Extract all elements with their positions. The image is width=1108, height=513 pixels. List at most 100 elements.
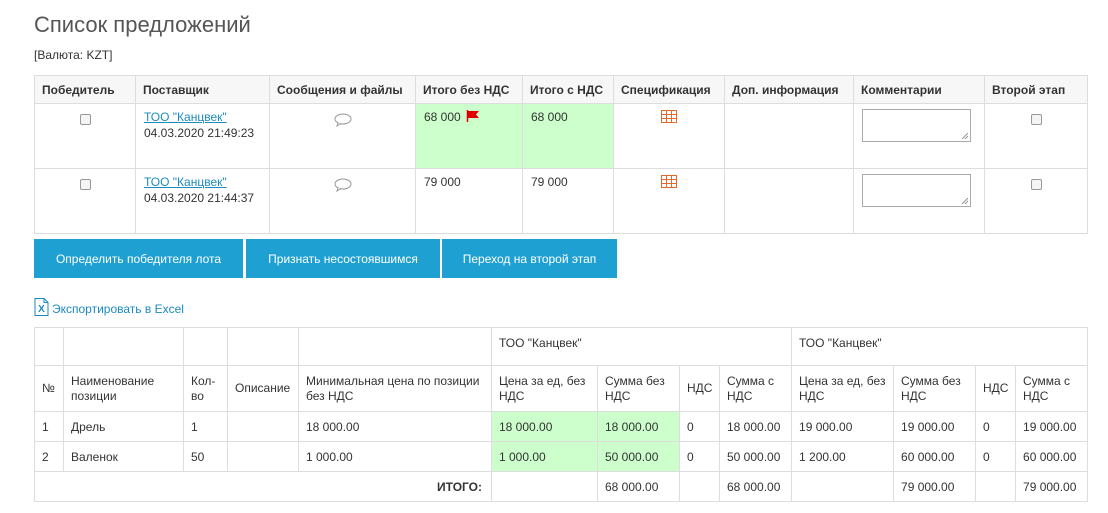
item-vat: 0	[975, 441, 1017, 472]
winner-checkbox[interactable]	[79, 114, 91, 125]
col-name: Наименование позиции	[63, 365, 184, 412]
item-unit-price: 1 000.00	[491, 441, 598, 472]
export-excel-label: Экспортировать в Excel	[52, 301, 184, 316]
export-excel-link[interactable]: X Экспортировать в Excel	[34, 298, 184, 319]
item-vat: 0	[679, 441, 720, 472]
table-row: 1 Дрель 1 18 000.00 18 000.00 18 000.00 …	[34, 411, 1089, 442]
item-sum-vat: 18 000.00	[718, 411, 793, 442]
item-unit-price: 18 000.00	[491, 411, 598, 442]
col-min-price: Минимальная цена по позиции без НДС	[298, 365, 492, 412]
flag-icon	[466, 110, 480, 125]
item-qty: 50	[183, 441, 228, 472]
supplier-group-header: ТОО "Канцвек"	[791, 327, 1089, 366]
item-min-price: 18 000.00	[298, 411, 492, 442]
col-sum-no-vat: Сумма без НДС	[597, 365, 680, 412]
col-comments: Комментарии	[853, 75, 985, 104]
offer-row: ТОО "Канцвек" 04.03.2020 21:49:23 68 000…	[34, 103, 1088, 169]
item-name: Валенок	[63, 441, 184, 472]
supplier-link[interactable]: ТОО "Канцвек"	[144, 175, 261, 189]
winner-checkbox[interactable]	[79, 179, 91, 190]
col-desc: Описание	[227, 365, 299, 412]
item-sum-no-vat: 18 000.00	[597, 411, 680, 442]
declare-failed-button[interactable]: Признать несостоявшимся	[246, 239, 440, 278]
excel-file-icon: X	[34, 298, 49, 319]
second-stage-cell	[984, 168, 1088, 234]
items-table: ТОО "Канцвек" ТОО "Канцвек" № Наименован…	[34, 327, 1089, 502]
total-sum-no-vat: 79 000.00	[893, 471, 977, 502]
supplier-group-header: ТОО "Канцвек"	[490, 327, 793, 366]
supplier-cell: ТОО "Канцвек" 04.03.2020 21:44:37	[135, 168, 270, 234]
comments-cell	[853, 168, 985, 234]
comment-textarea[interactable]	[862, 174, 971, 207]
total-vat-value: 79 000	[531, 175, 568, 189]
messages-cell	[269, 103, 416, 169]
item-sum-vat: 60 000.00	[1015, 441, 1089, 472]
col-vat: НДС	[679, 365, 720, 412]
table-row: 2 Валенок 50 1 000.00 1 000.00 50 000.00…	[34, 441, 1089, 472]
item-sum-vat: 50 000.00	[718, 441, 793, 472]
item-num: 1	[34, 411, 64, 442]
col-unit-price: Цена за ед, без НДС	[491, 365, 598, 412]
currency-label: [Валюта: KZT]	[34, 48, 113, 62]
col-num: №	[34, 365, 64, 412]
col-winner: Победитель	[34, 75, 136, 104]
page-title: Список предложений	[34, 12, 251, 37]
specification-cell	[613, 103, 725, 169]
total-label: ИТОГО:	[34, 471, 492, 502]
items-header-row: № Наименование позиции Кол-во Описание М…	[34, 365, 1089, 412]
item-vat: 0	[679, 411, 720, 442]
total-sum-vat: 68 000.00	[718, 471, 793, 502]
offer-row: ТОО "Канцвек" 04.03.2020 21:44:37 79 000…	[34, 168, 1088, 234]
determine-winner-button[interactable]: Определить победителя лота	[34, 239, 243, 278]
col-total-no-vat: Итого без НДС	[415, 75, 523, 104]
supplier-link[interactable]: ТОО "Канцвек"	[144, 110, 261, 124]
second-stage-checkbox[interactable]	[1030, 114, 1042, 125]
total-no-vat-cell: 68 000	[415, 103, 523, 169]
col-messages: Сообщения и файлы	[269, 75, 416, 104]
comments-cell	[853, 103, 985, 169]
messages-cell	[269, 168, 416, 234]
winner-cell	[34, 103, 136, 169]
speech-bubble-icon[interactable]	[334, 178, 352, 195]
additional-info-cell	[724, 168, 854, 234]
total-vat-cell: 68 000	[522, 103, 614, 169]
col-sum-vat: Сумма с НДС	[718, 365, 793, 412]
total-no-vat-cell: 79 000	[415, 168, 523, 234]
offer-date: 04.03.2020 21:44:37	[144, 191, 255, 205]
winner-cell	[34, 168, 136, 234]
total-no-vat-value: 79 000	[424, 175, 461, 189]
item-vat: 0	[975, 411, 1017, 442]
col-second-stage: Второй этап	[984, 75, 1088, 104]
supplier-cell: ТОО "Канцвек" 04.03.2020 21:49:23	[135, 103, 270, 169]
total-row: ИТОГО: 68 000.00 68 000.00 79 000.00 79 …	[34, 471, 1089, 502]
total-vat-value: 68 000	[531, 110, 568, 124]
col-qty: Кол-во	[183, 365, 228, 412]
col-specification: Спецификация	[613, 75, 725, 104]
offers-table: Победитель Поставщик Сообщения и файлы И…	[34, 75, 1088, 234]
offers-header-row: Победитель Поставщик Сообщения и файлы И…	[34, 75, 1088, 104]
comment-textarea[interactable]	[862, 109, 971, 142]
item-num: 2	[34, 441, 64, 472]
total-sum-no-vat: 68 000.00	[597, 471, 680, 502]
col-sum-vat: Сумма с НДС	[1015, 365, 1089, 412]
col-supplier: Поставщик	[135, 75, 270, 104]
second-stage-button[interactable]: Переход на второй этап	[442, 239, 617, 278]
offer-date: 04.03.2020 21:49:23	[144, 126, 255, 140]
specification-cell	[613, 168, 725, 234]
item-unit-price: 19 000.00	[791, 411, 895, 442]
second-stage-cell	[984, 103, 1088, 169]
item-desc	[227, 411, 299, 442]
supplier-header-row: ТОО "Канцвек" ТОО "Канцвек"	[34, 327, 1089, 366]
table-grid-icon[interactable]	[661, 110, 677, 126]
speech-bubble-icon[interactable]	[334, 113, 352, 130]
item-name: Дрель	[63, 411, 184, 442]
item-sum-no-vat: 50 000.00	[597, 441, 680, 472]
second-stage-checkbox[interactable]	[1030, 179, 1042, 190]
total-sum-vat: 79 000.00	[1015, 471, 1089, 502]
additional-info-cell	[724, 103, 854, 169]
item-desc	[227, 441, 299, 472]
item-sum-no-vat: 60 000.00	[893, 441, 977, 472]
item-sum-vat: 19 000.00	[1015, 411, 1089, 442]
col-total-vat: Итого с НДС	[522, 75, 614, 104]
table-grid-icon[interactable]	[661, 175, 677, 191]
